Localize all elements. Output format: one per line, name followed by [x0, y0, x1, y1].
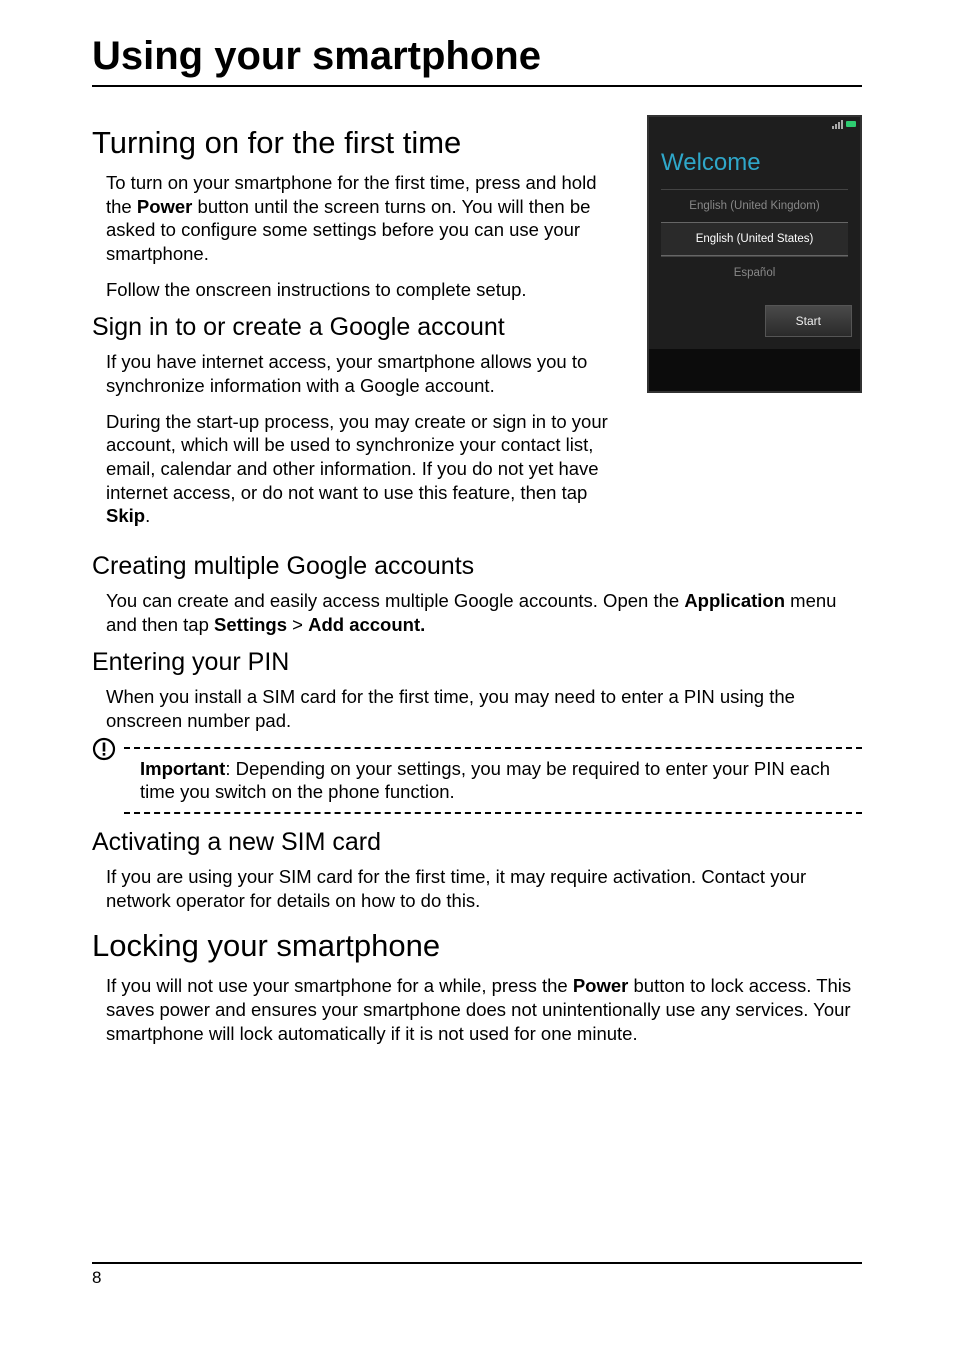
application-label: Application	[684, 590, 785, 611]
text: If you will not use your smartphone for …	[106, 975, 573, 996]
language-option[interactable]: English (United Kingdom)	[661, 189, 848, 222]
dotted-rule-bottom	[124, 812, 862, 814]
start-button[interactable]: Start	[765, 305, 852, 337]
page-title: Using your smartphone	[92, 34, 862, 87]
language-option-selected[interactable]: English (United States)	[661, 222, 848, 256]
power-label: Power	[573, 975, 629, 996]
upper-content-row: Turning on for the first time To turn on…	[92, 109, 862, 540]
page-footer: 8	[92, 1262, 862, 1288]
language-option[interactable]: Español	[661, 256, 848, 289]
entering-pin-p1: When you install a SIM card for the firs…	[92, 685, 862, 732]
heading-multiple-accounts: Creating multiple Google accounts	[92, 552, 862, 581]
document-page: Using your smartphone Turning on for the…	[0, 0, 954, 1352]
text: .	[145, 505, 150, 526]
text: During the start-up process, you may cre…	[106, 411, 608, 503]
language-list: English (United Kingdom) English (United…	[649, 187, 860, 299]
skip-label: Skip	[106, 505, 145, 526]
important-label: Important	[140, 758, 225, 779]
heading-sign-in: Sign in to or create a Google account	[92, 313, 625, 342]
important-text: Important: Depending on your settings, y…	[140, 749, 862, 804]
welcome-heading: Welcome	[649, 131, 860, 187]
heading-activating-sim: Activating a new SIM card	[92, 828, 862, 857]
turning-on-p1: To turn on your smartphone for the first…	[92, 171, 625, 266]
turning-on-p2: Follow the onscreen instructions to comp…	[92, 278, 625, 302]
heading-locking: Locking your smartphone	[92, 928, 862, 964]
important-icon	[92, 737, 116, 761]
sign-in-p1: If you have internet access, your smartp…	[92, 350, 625, 397]
page-number: 8	[92, 1268, 101, 1287]
heading-entering-pin: Entering your PIN	[92, 648, 862, 677]
battery-icon	[846, 121, 856, 127]
heading-turning-on: Turning on for the first time	[92, 125, 625, 161]
upper-left-column: Turning on for the first time To turn on…	[92, 109, 625, 540]
add-account-label: Add account.	[308, 614, 425, 635]
text: : Depending on your settings, you may be…	[140, 758, 830, 803]
signal-icon	[832, 120, 843, 129]
important-callout: Important: Depending on your settings, y…	[92, 747, 862, 814]
status-bar	[649, 117, 860, 131]
locking-p1: If you will not use your smartphone for …	[92, 974, 862, 1045]
text: >	[287, 614, 308, 635]
phone-screen: Welcome English (United Kingdom) English…	[649, 117, 860, 391]
text: You can create and easily access multipl…	[106, 590, 684, 611]
phone-mockup: Welcome English (United Kingdom) English…	[647, 115, 862, 393]
start-row: Start	[649, 299, 860, 349]
multiple-accounts-p1: You can create and easily access multipl…	[92, 589, 862, 636]
settings-label: Settings	[214, 614, 287, 635]
sign-in-p2: During the start-up process, you may cre…	[92, 410, 625, 528]
activating-sim-p1: If you are using your SIM card for the f…	[92, 865, 862, 912]
phone-nav-bar	[649, 349, 860, 391]
lower-content: Creating multiple Google accounts You ca…	[92, 552, 862, 1045]
power-label: Power	[137, 196, 193, 217]
